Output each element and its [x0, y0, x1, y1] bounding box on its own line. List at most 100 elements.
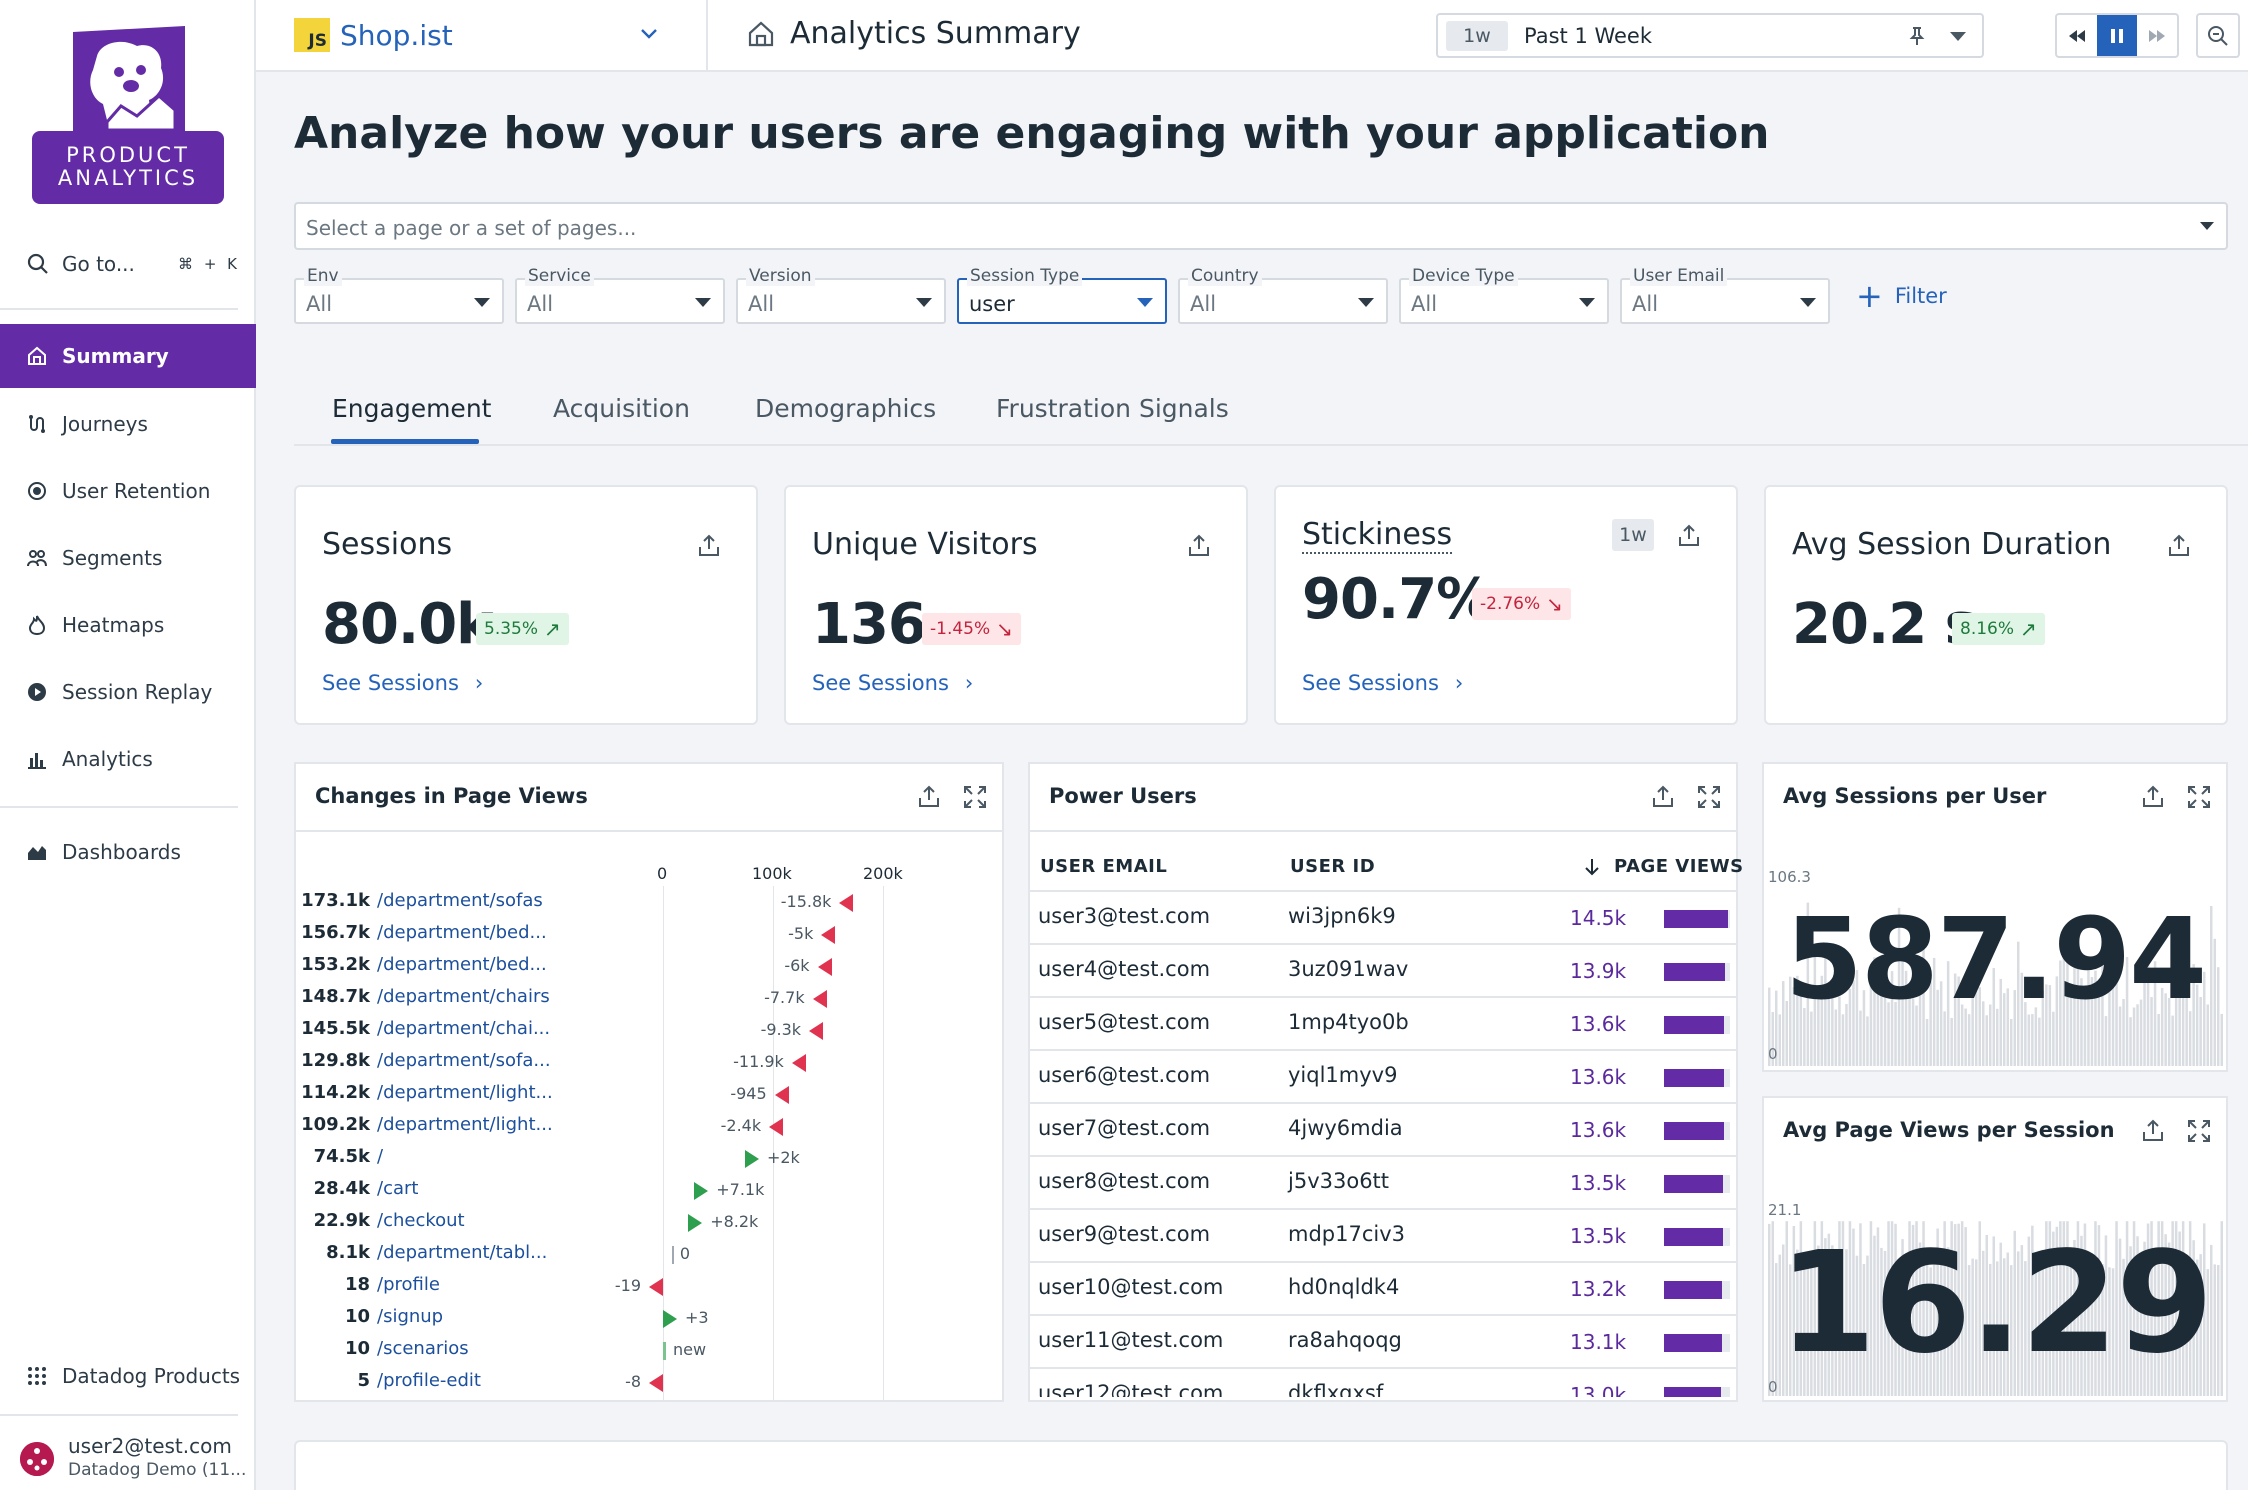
export-icon[interactable] [696, 533, 722, 559]
page-view-row[interactable]: 10/signup +3 [294, 1306, 994, 1338]
filter-env[interactable]: Env All [294, 266, 504, 324]
page-view-row[interactable]: 156.7k/department/bed... -5k [294, 922, 994, 954]
tab-engagement[interactable]: Engagement [332, 394, 491, 423]
page-view-row[interactable]: 114.2k/department/light... -945 [294, 1082, 994, 1114]
sidebar-item-journeys[interactable]: Journeys [0, 392, 256, 456]
product-analytics-logo[interactable]: PRODUCT ANALYTICS [32, 26, 224, 204]
table-row[interactable]: user7@test.com 4jwy6mdia 13.6k [1030, 1102, 1736, 1155]
column-header-page-views[interactable]: PAGE VIEWS [1582, 856, 1744, 877]
pin-icon[interactable] [1906, 25, 1928, 47]
sidebar-item-user-retention[interactable]: User Retention [0, 459, 256, 523]
application-selector[interactable]: JS Shop.ist [294, 18, 453, 52]
page-view-row[interactable]: 22.9k/checkout +8.2k [294, 1210, 994, 1242]
page-view-row[interactable]: 129.8k/department/sofa... -11.9k [294, 1050, 994, 1082]
page-view-path[interactable]: /checkout [377, 1210, 465, 1231]
user-email-cell: user11@test.com [1038, 1328, 1224, 1352]
page-view-row[interactable]: 18/profile -19 [294, 1274, 994, 1306]
table-row[interactable]: user10@test.com hd0nqldk4 13.2k [1030, 1261, 1736, 1314]
export-icon[interactable] [2166, 533, 2192, 559]
sidebar-item-session-replay[interactable]: Session Replay [0, 660, 256, 724]
page-view-row[interactable]: 173.1k/department/sofas -15.8k [294, 890, 994, 922]
table-row[interactable]: user9@test.com mdp17civ3 13.5k [1030, 1208, 1736, 1261]
table-row[interactable]: user4@test.com 3uz091wav 13.9k [1030, 943, 1736, 996]
see-sessions-link[interactable]: See Sessions › [322, 671, 483, 695]
expand-icon[interactable] [2186, 784, 2212, 810]
page-view-row[interactable]: 148.7k/department/chairs -7.7k [294, 986, 994, 1018]
export-icon[interactable] [2140, 1118, 2166, 1144]
caret-down-icon[interactable] [1950, 32, 1966, 41]
user-menu[interactable]: user2@test.com Datadog Demo (11... [20, 1430, 256, 1486]
page-view-row[interactable]: 28.4k/cart +7.1k [294, 1178, 994, 1210]
sidebar-item-heatmaps[interactable]: Heatmaps [0, 593, 256, 657]
filter-version[interactable]: Version All [736, 266, 946, 324]
expand-icon[interactable] [962, 784, 988, 810]
tab-demographics[interactable]: Demographics [755, 394, 936, 423]
export-icon[interactable] [1186, 533, 1212, 559]
export-icon[interactable] [1650, 784, 1676, 810]
table-row[interactable]: user3@test.com wi3jpn6k9 14.5k [1030, 890, 1736, 943]
sidebar-item-summary[interactable]: Summary [0, 324, 256, 388]
export-icon[interactable] [1676, 523, 1702, 549]
page-view-path[interactable]: /department/bed... [377, 954, 547, 975]
add-filter-button[interactable]: + Filter [1856, 280, 1947, 312]
column-header-user-email[interactable]: USER EMAIL [1040, 856, 1167, 877]
goto-search[interactable]: Go to... ⌘ + K [26, 246, 240, 282]
expand-icon[interactable] [1696, 784, 1722, 810]
metric-title[interactable]: Stickiness [1302, 517, 1453, 554]
zoom-out-button[interactable] [2196, 13, 2240, 58]
see-sessions-link[interactable]: See Sessions › [812, 671, 973, 695]
rewind-button[interactable] [2057, 15, 2097, 56]
datadog-products-menu[interactable]: Datadog Products [0, 1344, 256, 1408]
pause-button[interactable] [2097, 15, 2137, 56]
see-sessions-link[interactable]: See Sessions › [1302, 671, 1463, 695]
page-selector[interactable]: Select a page or a set of pages... [294, 202, 2228, 250]
page-view-path[interactable]: /department/chairs [377, 986, 550, 1007]
page-view-path[interactable]: /department/light... [377, 1114, 553, 1135]
table-row[interactable]: user6@test.com yiql1myv9 13.6k [1030, 1049, 1736, 1102]
page-view-row[interactable]: 74.5k / +2k [294, 1146, 994, 1178]
table-row[interactable]: user5@test.com 1mp4tyo0b 13.6k [1030, 996, 1736, 1049]
filter-user-email[interactable]: User Email All [1620, 266, 1830, 324]
column-header-label: PAGE VIEWS [1614, 856, 1744, 877]
table-row[interactable]: user8@test.com j5v33o6tt 13.5k [1030, 1155, 1736, 1208]
filter-label: Device Type [1409, 266, 1518, 286]
page-view-row[interactable]: 109.2k/department/light... -2.4k [294, 1114, 994, 1146]
page-view-path[interactable]: /department/sofas [377, 890, 543, 911]
export-icon[interactable] [916, 784, 942, 810]
column-header-user-id[interactable]: USER ID [1290, 856, 1375, 877]
page-view-row[interactable]: 10/scenarios new [294, 1338, 994, 1370]
page-view-path[interactable]: /signup [377, 1306, 443, 1327]
table-row[interactable]: user11@test.com ra8ahqoqg 13.1k [1030, 1314, 1736, 1367]
page-view-path[interactable]: /profile [377, 1274, 440, 1295]
filter-session-type[interactable]: Session Type user [957, 266, 1167, 324]
sidebar-item-dashboards[interactable]: Dashboards [0, 820, 256, 884]
tab-frustration-signals[interactable]: Frustration Signals [996, 394, 1229, 423]
table-row[interactable]: user12@test.com dkflxqxsf 13.0k [1030, 1367, 1736, 1397]
sidebar-item-segments[interactable]: Segments [0, 526, 256, 590]
page-view-row[interactable]: 145.5k/department/chai... -9.3k [294, 1018, 994, 1050]
page-view-row[interactable]: 153.2k/department/bed... -6k [294, 954, 994, 986]
page-view-path[interactable]: /department/bed... [377, 922, 547, 943]
expand-icon[interactable] [2186, 1118, 2212, 1144]
page-view-path[interactable]: /cart [377, 1178, 418, 1199]
time-range-selector[interactable]: 1w Past 1 Week [1436, 13, 1984, 58]
page-view-path[interactable]: /department/tabl... [377, 1242, 547, 1263]
export-icon[interactable] [2140, 784, 2166, 810]
filter-country[interactable]: Country All [1178, 266, 1388, 324]
page-view-path[interactable]: /department/sofa... [377, 1050, 551, 1071]
page-view-path[interactable]: /scenarios [377, 1338, 469, 1359]
fast-forward-button[interactable] [2137, 15, 2177, 56]
tab-acquisition[interactable]: Acquisition [553, 394, 690, 423]
filter-service[interactable]: Service All [515, 266, 725, 324]
page-view-path[interactable]: /department/light... [377, 1082, 553, 1103]
filter-device-type[interactable]: Device Type All [1399, 266, 1609, 324]
page-view-path[interactable]: /profile-edit [377, 1370, 481, 1391]
page-view-path[interactable]: / [377, 1146, 383, 1167]
user-id-cell: 1mp4tyo0b [1288, 1010, 1409, 1034]
page-view-row[interactable]: 5/profile-edit -8 [294, 1370, 994, 1402]
chevron-down-icon[interactable] [638, 22, 660, 44]
page-view-path[interactable]: /department/chai... [377, 1018, 550, 1039]
sidebar-item-analytics[interactable]: Analytics [0, 727, 256, 791]
page-view-row[interactable]: 8.1k/department/tabl... 0 [294, 1242, 994, 1274]
widget-header: Power Users [1030, 764, 1736, 832]
